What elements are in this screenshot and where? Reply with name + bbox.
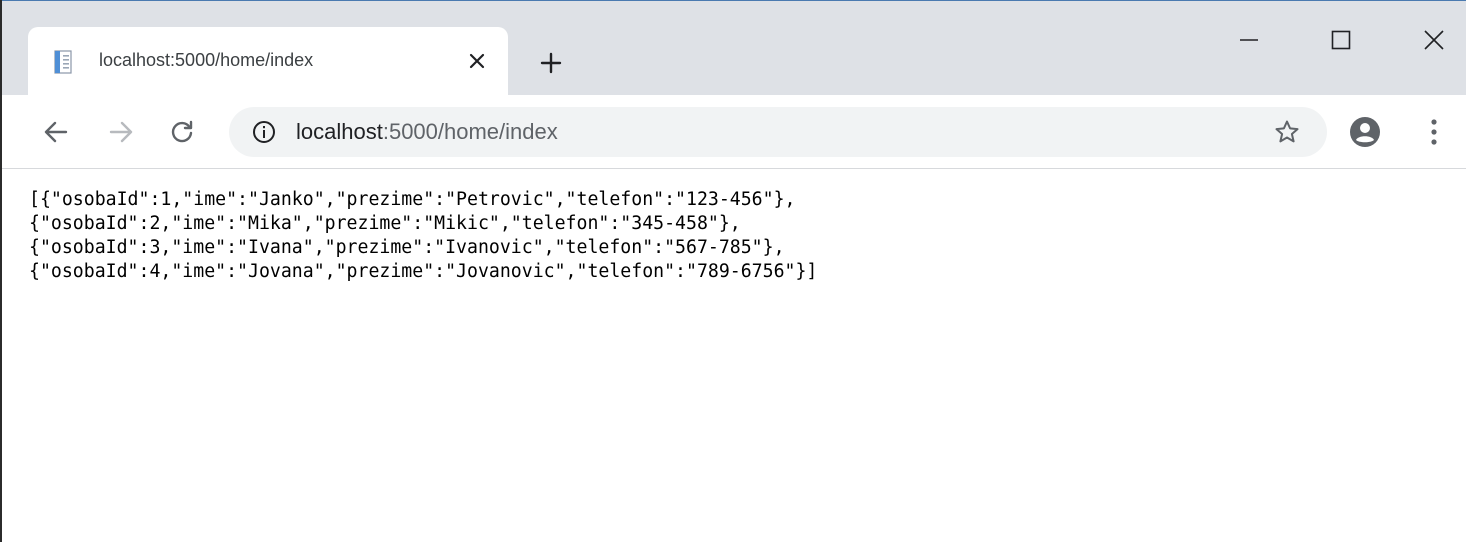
url-path: :5000/home/index [382,119,558,144]
back-arrow-icon [44,121,68,143]
close-icon [1424,30,1444,50]
close-window-button[interactable] [1411,20,1457,60]
json-line: {"osobaId":4,"ime":"Jovana","prezime":"J… [29,261,818,282]
json-line: {"osobaId":2,"ime":"Mika","prezime":"Mik… [29,213,741,234]
bookmark-button[interactable] [1272,117,1302,147]
minimize-icon [1240,39,1258,41]
maximize-button[interactable] [1318,20,1364,60]
back-button[interactable] [36,112,76,152]
url-host: localhost [296,119,383,144]
tab-close-button[interactable] [463,47,491,75]
new-tab-button[interactable] [535,47,567,79]
star-icon [1275,120,1299,143]
tab-title: localhost:5000/home/index [99,50,314,70]
more-vert-icon[interactable] [1422,115,1446,149]
close-icon [469,53,485,69]
account-icon[interactable] [1347,114,1383,150]
reload-icon [171,120,193,143]
reload-button[interactable] [162,112,202,152]
document-icon [54,50,72,74]
json-response-body: [{"osobaId":1,"ime":"Janko","prezime":"P… [29,188,1449,284]
minimize-button[interactable] [1226,20,1272,60]
browser-window: localhost:5000/home/index localhost:5000… [0,0,1466,542]
plus-icon [540,52,562,74]
json-line: {"osobaId":3,"ime":"Ivana","prezime":"Iv… [29,237,785,258]
forward-arrow-icon [109,121,133,143]
forward-button[interactable] [101,112,141,152]
maximize-icon [1331,30,1351,50]
json-line: [{"osobaId":1,"ime":"Janko","prezime":"P… [29,189,796,210]
info-icon[interactable] [252,120,276,144]
address-bar-url[interactable]: localhost:5000/home/index [296,118,558,146]
